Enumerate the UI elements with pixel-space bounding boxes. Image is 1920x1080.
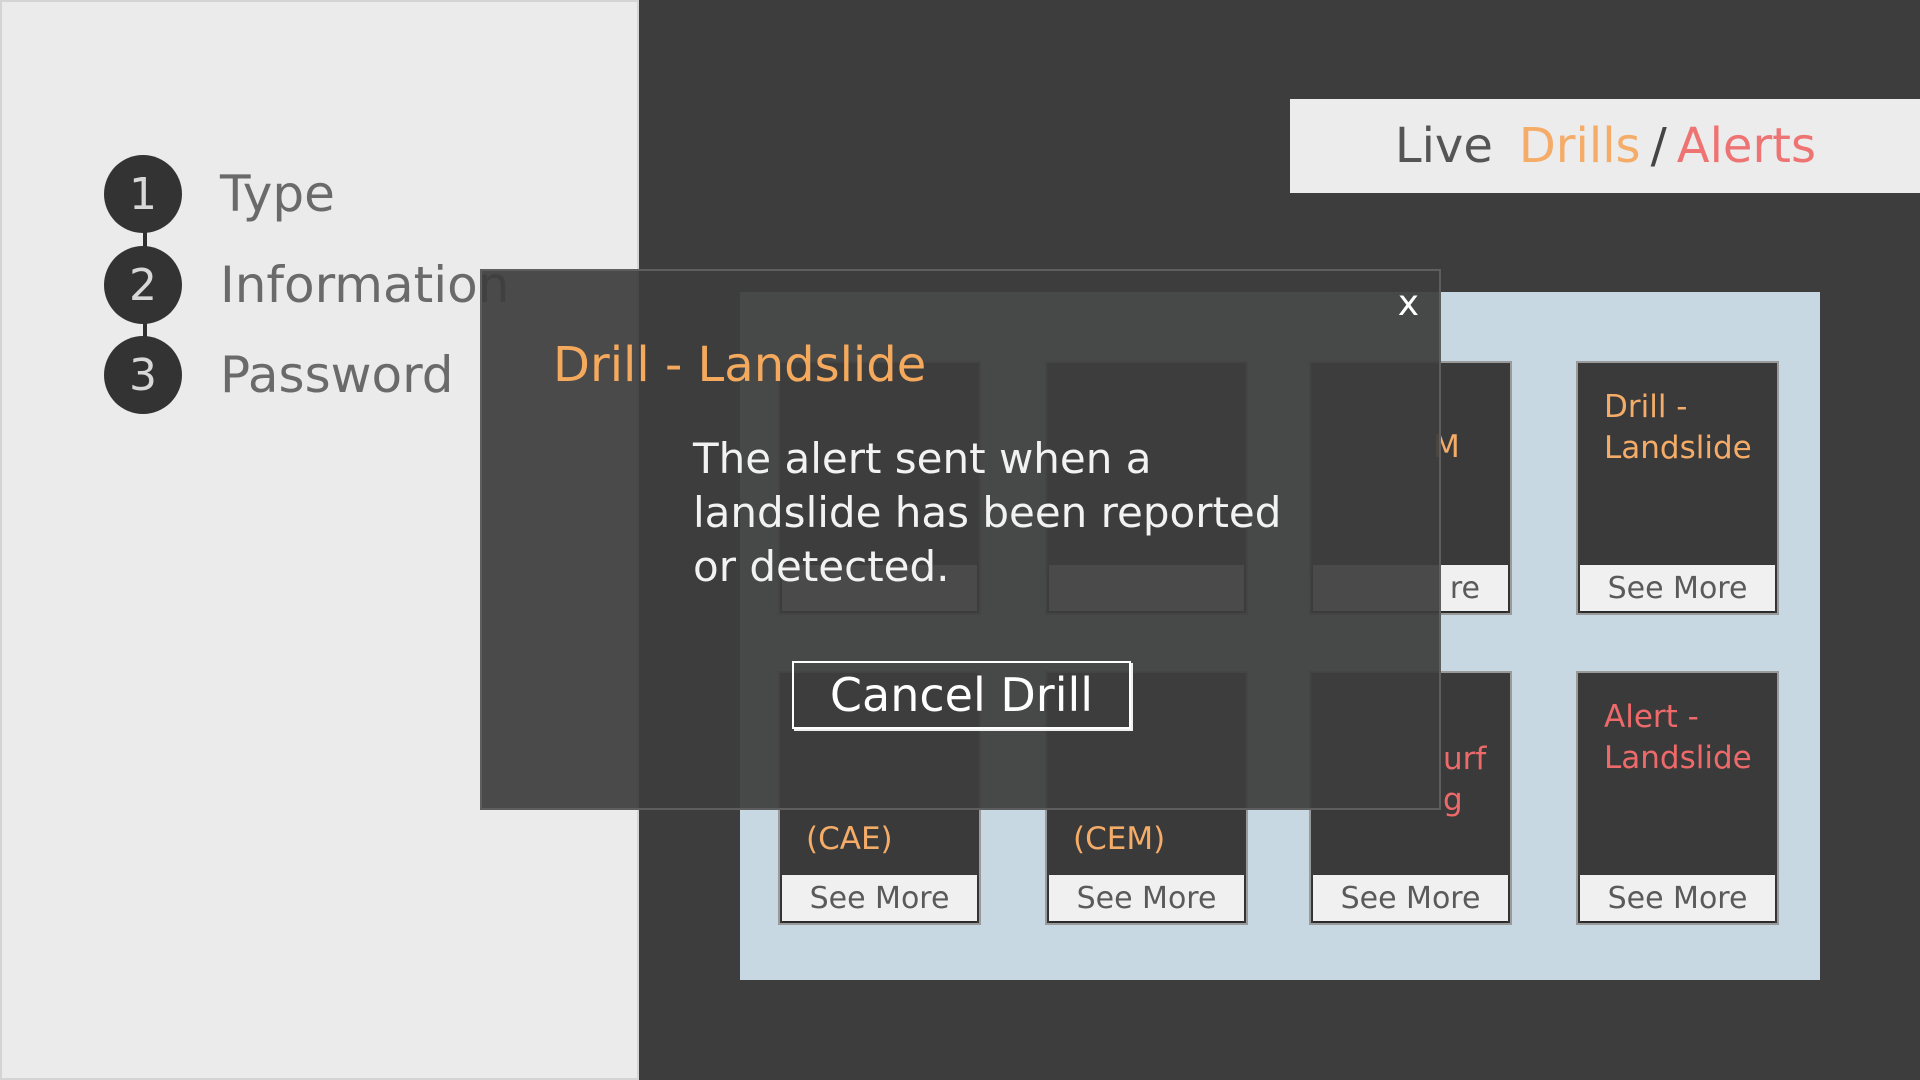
tile-title: M [1433, 429, 1460, 465]
tile-card[interactable]: Alert - Landslide See More [1576, 671, 1779, 925]
screen: 1 Type 2 Information 3 Password Live Dri… [0, 0, 1920, 1080]
step-number-badge: 2 [104, 246, 182, 324]
header-separator: / [1650, 118, 1667, 174]
drill-detail-modal: x Drill - Landslide The alert sent when … [480, 269, 1441, 810]
live-drills-alerts-header: Live Drills / Alerts [1290, 99, 1920, 193]
step-number-badge: 1 [104, 155, 182, 233]
header-live-label: Live [1394, 118, 1493, 174]
step-password[interactable]: 3 Password [104, 336, 454, 414]
step-label: Password [220, 346, 454, 404]
cancel-drill-button[interactable]: Cancel Drill [792, 661, 1131, 729]
step-label: Type [220, 165, 335, 223]
see-more-button[interactable]: See More [1580, 565, 1775, 611]
header-drills-link[interactable]: Drills [1519, 118, 1641, 174]
tile-title: Drill - Landslide [1604, 389, 1752, 466]
see-more-button[interactable]: See More [782, 875, 977, 921]
modal-description: The alert sent when a landslide has been… [693, 434, 1282, 591]
step-type[interactable]: 1 Type [104, 155, 335, 233]
tile-title: Alert - Landslide [1604, 699, 1752, 776]
header-alerts-link[interactable]: Alerts [1677, 118, 1816, 174]
tile-title: (CEM) [1073, 821, 1166, 857]
step-label: Information [220, 256, 510, 314]
tile-title: (CAE) [806, 821, 893, 857]
tile-card[interactable]: Drill - Landslide See More [1576, 361, 1779, 615]
see-more-button[interactable]: See More [1580, 875, 1775, 921]
step-number-badge: 3 [104, 336, 182, 414]
tile-title: urf g [1443, 741, 1487, 818]
see-more-button[interactable]: See More [1313, 875, 1508, 921]
modal-title: Drill - Landslide [553, 337, 927, 393]
step-information[interactable]: 2 Information [104, 246, 509, 324]
see-more-button[interactable]: See More [1049, 875, 1244, 921]
close-icon[interactable]: x [1398, 283, 1419, 324]
